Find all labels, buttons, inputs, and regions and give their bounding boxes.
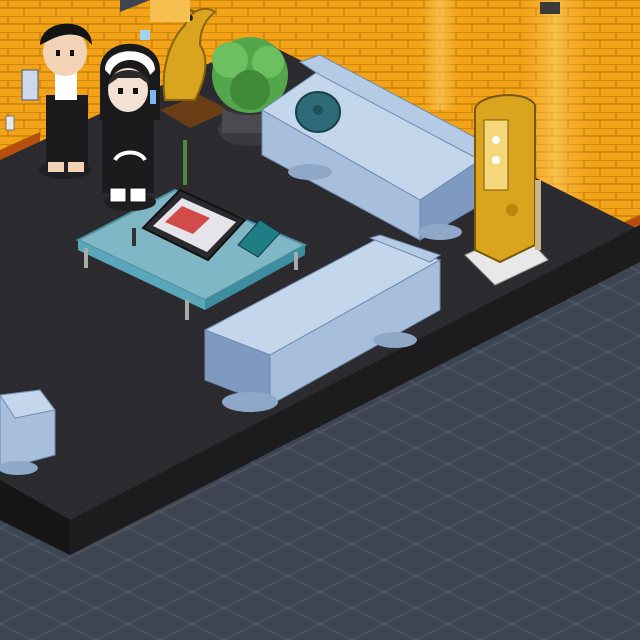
room-canvas bbox=[0, 0, 640, 640]
wall-socket-icon[interactable] bbox=[5, 115, 15, 131]
gold-arcade-cabinet[interactable] bbox=[464, 94, 549, 286]
teal-cushion[interactable] bbox=[295, 91, 341, 133]
avatar-girl[interactable] bbox=[100, 43, 160, 211]
game-room-scene bbox=[0, 0, 640, 640]
wall-vent-icon bbox=[540, 2, 560, 14]
